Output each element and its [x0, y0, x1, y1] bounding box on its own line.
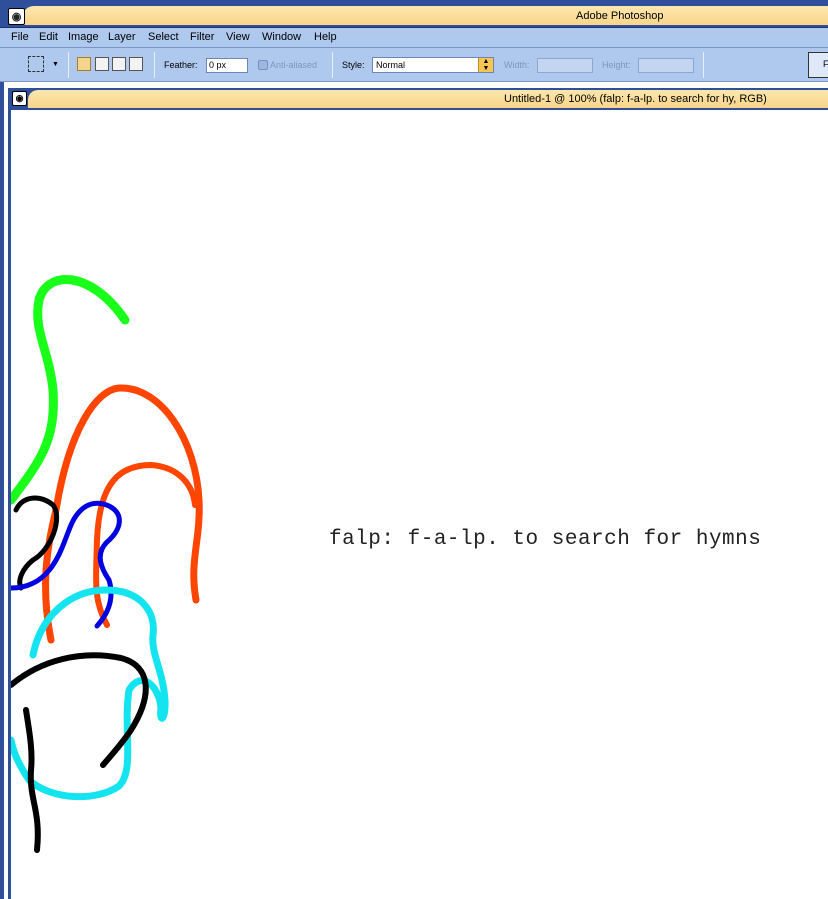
- menu-layer[interactable]: Layer: [108, 31, 136, 43]
- width-label: Width:: [504, 60, 530, 70]
- menu-view[interactable]: View: [226, 31, 250, 43]
- width-input[interactable]: [537, 58, 593, 73]
- tool-options-bar: ▼ Feather: 0 px Anti-aliased Style: Norm…: [0, 48, 828, 82]
- black-loop-stroke: [13, 495, 60, 591]
- menu-image[interactable]: Image: [68, 31, 99, 43]
- document-title: Untitled-1 @ 100% (falp: f-a-lp. to sear…: [504, 93, 767, 105]
- window-title: Adobe Photoshop: [576, 10, 664, 22]
- style-select[interactable]: Normal ▲ ▼: [372, 57, 494, 73]
- palette-well-label: F: [823, 59, 828, 69]
- subtract-from-selection-button[interactable]: [112, 57, 126, 71]
- height-label: Height:: [602, 60, 631, 70]
- menu-bar: File Edit Image Layer Select Filter View…: [0, 28, 828, 48]
- titlebar-fill: [22, 6, 828, 25]
- intersect-selection-button[interactable]: [129, 57, 143, 71]
- document-eye-icon[interactable]: ◉: [12, 91, 27, 106]
- style-select-arrow-icon[interactable]: ▲ ▼: [478, 58, 493, 72]
- style-label: Style:: [342, 60, 365, 70]
- menu-filter[interactable]: Filter: [190, 31, 214, 43]
- feather-label: Feather:: [164, 60, 198, 70]
- rectangular-marquee-icon[interactable]: [28, 56, 44, 72]
- add-to-selection-button[interactable]: [95, 57, 109, 71]
- anti-aliased-checkbox[interactable]: [258, 60, 268, 70]
- options-separator: [154, 52, 155, 78]
- menu-window[interactable]: Window: [262, 31, 301, 43]
- options-separator: [68, 52, 69, 78]
- menu-select[interactable]: Select: [148, 31, 179, 43]
- swirl-artwork: [11, 275, 203, 853]
- height-input[interactable]: [638, 58, 694, 73]
- menu-help[interactable]: Help: [314, 31, 337, 43]
- menu-edit[interactable]: Edit: [39, 31, 58, 43]
- new-selection-button[interactable]: [77, 57, 91, 71]
- style-select-value: Normal: [376, 60, 406, 70]
- document-titlebar[interactable]: ◉ Untitled-1 @ 100% (falp: f-a-lp. to se…: [8, 88, 828, 110]
- feather-input[interactable]: 0 px: [206, 58, 248, 73]
- photoshop-eye-icon[interactable]: ◉: [8, 8, 25, 25]
- document-canvas[interactable]: falp: f-a-lp. to search for hymns: [8, 110, 828, 899]
- tool-preset-dropdown-icon[interactable]: ▼: [52, 61, 59, 68]
- canvas-text-layer[interactable]: falp: f-a-lp. to search for hymns: [329, 528, 761, 551]
- palette-well[interactable]: F: [808, 52, 828, 78]
- anti-aliased-label: Anti-aliased: [270, 60, 318, 70]
- menu-file[interactable]: File: [11, 31, 29, 43]
- options-separator: [332, 52, 333, 78]
- window-titlebar[interactable]: ◉ Adobe Photoshop: [0, 0, 828, 28]
- options-separator: [703, 52, 704, 78]
